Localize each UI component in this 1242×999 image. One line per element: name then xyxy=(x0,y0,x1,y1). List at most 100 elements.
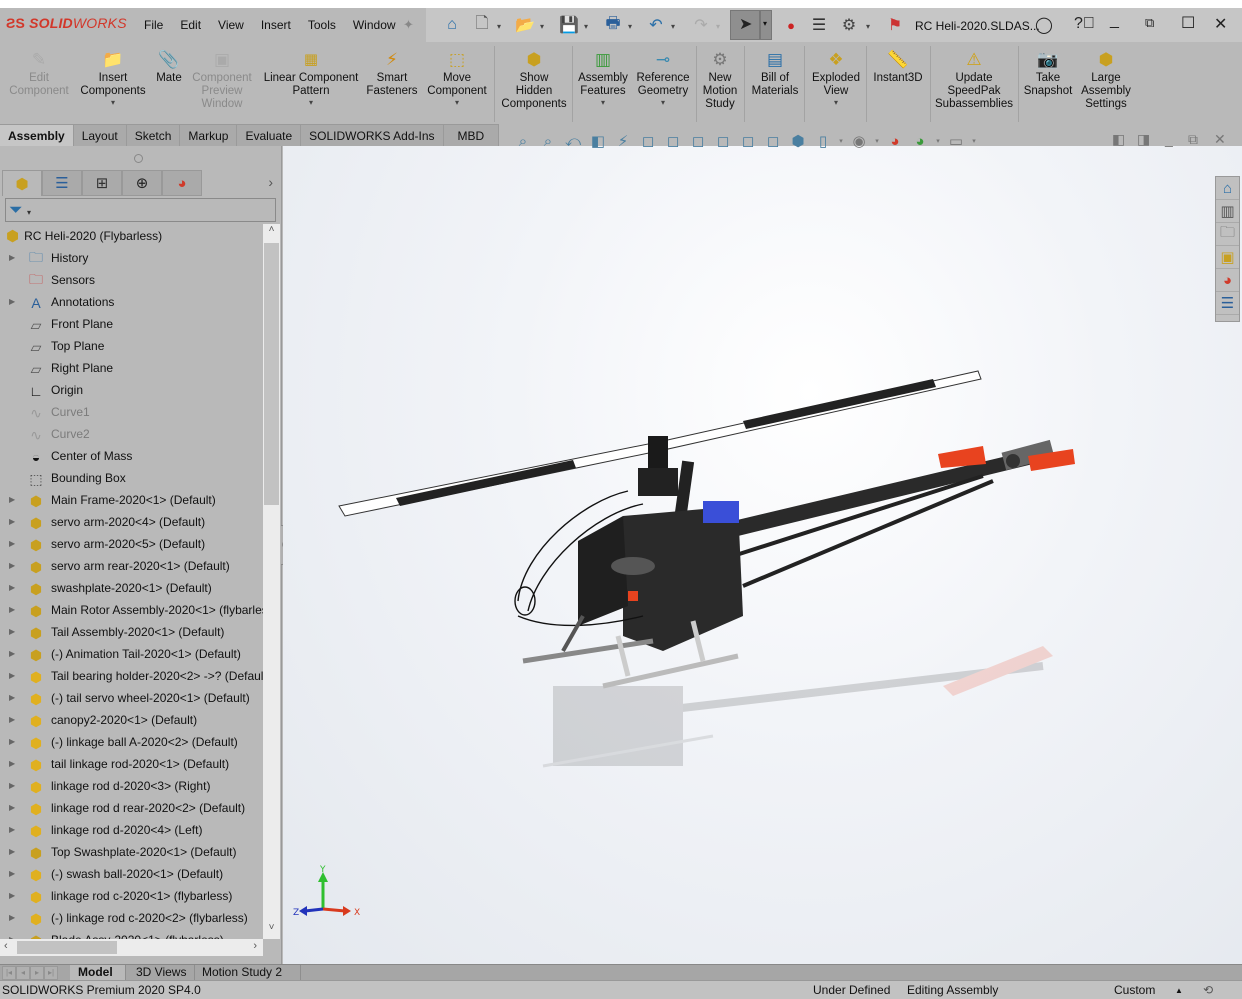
expand-arrow-icon[interactable]: ▶ xyxy=(9,869,15,878)
tab-model[interactable]: Model xyxy=(70,965,126,981)
previous-view-icon[interactable]: ⤺ xyxy=(562,131,584,151)
menu-view[interactable]: View xyxy=(218,18,244,32)
chevron-down-icon[interactable]: ▾ xyxy=(424,98,490,108)
solidworks-resources-home-icon[interactable]: ⌂ xyxy=(1216,177,1239,200)
expand-arrow-icon[interactable]: ▶ xyxy=(9,847,15,856)
tree-root-assembly[interactable]: ⬢ RC Heli-2020 (Flybarless) xyxy=(6,226,162,246)
tree-item[interactable]: ▶ ⬢ (-) swash ball-2020<1> (Default) xyxy=(0,864,263,886)
scroll-thumb[interactable] xyxy=(264,243,279,505)
menu-file[interactable]: File xyxy=(144,18,163,32)
custom-properties-icon[interactable]: ☰ xyxy=(1216,292,1239,315)
chevron-down-icon[interactable]: ▾ xyxy=(808,98,864,108)
chevron-down-icon[interactable]: ▾ xyxy=(260,98,362,108)
help-icon[interactable]: ?⃝ xyxy=(1074,15,1095,33)
tab-mbd[interactable]: MBD xyxy=(443,124,500,146)
maximize-icon[interactable]: ☐ xyxy=(1181,13,1195,33)
view-cube-top-icon[interactable]: ◻ xyxy=(737,131,759,151)
tile-windows-icon[interactable]: ⧉ xyxy=(1145,15,1154,31)
scroll-right-icon[interactable]: › xyxy=(253,940,257,952)
tree-filter[interactable]: ⏷ ▾ xyxy=(5,198,276,222)
view-settings-monitor-icon[interactable]: ▭ xyxy=(945,131,967,151)
dimxpertmanager-tab-icon[interactable]: ⊕ xyxy=(122,170,162,196)
last-tab-icon[interactable]: ▸| xyxy=(44,966,58,980)
chevron-down-icon[interactable]: ▾ xyxy=(873,131,881,151)
mate-button[interactable]: 📎 Mate xyxy=(152,48,186,85)
tree-item[interactable]: ▶ ⬢ (-) Animation Tail-2020<1> (Default) xyxy=(0,644,263,666)
prev-tab-icon[interactable]: ◂ xyxy=(16,966,30,980)
instant3d-button[interactable]: 📏 Instant3D xyxy=(868,48,928,85)
edit-appearance-icon[interactable]: ◕ xyxy=(884,131,906,151)
graphics-area[interactable]: Y X Z xyxy=(283,146,1242,964)
zoom-to-fit-icon[interactable]: ⌕ xyxy=(512,131,534,151)
select-button[interactable]: ➤ xyxy=(730,10,760,40)
tree-item[interactable]: ▶ ⬢ (-) linkage ball A-2020<2> (Default) xyxy=(0,732,263,754)
tree-item[interactable]: ▶ ⬢ servo arm rear-2020<1> (Default) xyxy=(0,556,263,578)
configurationmanager-tab-icon[interactable]: ⊞ xyxy=(82,170,122,196)
options-gear-icon[interactable]: ⚙ xyxy=(838,14,860,36)
view-cube-left-icon[interactable]: ◻ xyxy=(687,131,709,151)
select-dropdown[interactable]: ▾ xyxy=(760,10,772,40)
large-assembly-settings-button[interactable]: ⬢ Large Assembly Settings xyxy=(1078,48,1134,111)
tree-item[interactable]: ▶ ⬢ Tail bearing holder-2020<2> ->? (Defau… xyxy=(0,666,263,688)
pin-menu-icon[interactable]: ✦ xyxy=(403,17,414,33)
save-dropdown-icon[interactable]: ▾ xyxy=(584,22,588,31)
tree-item[interactable]: ▱ Front Plane xyxy=(0,314,263,336)
expand-arrow-icon[interactable]: ▶ xyxy=(9,737,15,746)
tab-markup[interactable]: Markup xyxy=(180,124,238,146)
expand-arrow-icon[interactable]: ▶ xyxy=(9,561,15,570)
expand-arrow-icon[interactable]: ▶ xyxy=(9,297,15,306)
tree-item[interactable]: ▶ ⬢ linkage rod c-2020<1> (flybarless) xyxy=(0,886,263,908)
chevron-down-icon[interactable]: ▾ xyxy=(970,131,978,151)
zoom-to-area-icon[interactable]: ⌕ xyxy=(537,131,559,151)
tree-item[interactable]: ▱ Right Plane xyxy=(0,358,263,380)
expand-arrow-icon[interactable]: ▶ xyxy=(9,759,15,768)
solidworks-logo[interactable]: ƧS SOLID WORKS xyxy=(6,15,127,31)
tree-horizontal-scrollbar[interactable]: ‹ › xyxy=(0,939,263,956)
tree-item[interactable]: ▶ ⬢ linkage rod d-2020<4> (Left) xyxy=(0,820,263,842)
tree-item[interactable]: ⬚ Bounding Box xyxy=(0,468,263,490)
tree-item[interactable]: ▶ ⬢ Main Frame-2020<1> (Default) xyxy=(0,490,263,512)
tree-item[interactable]: ▱ Top Plane xyxy=(0,336,263,358)
viewport-restore-icon[interactable]: ⧉ xyxy=(1188,131,1198,148)
tab-layout[interactable]: Layout xyxy=(73,124,127,146)
previous-document-icon[interactable]: ◧ xyxy=(1112,131,1125,148)
scroll-thumb[interactable] xyxy=(17,941,117,954)
tree-item[interactable]: ∿ Curve2 xyxy=(0,424,263,446)
tab-motion-study-2[interactable]: Motion Study 2 xyxy=(194,965,302,981)
helicopter-model[interactable] xyxy=(283,146,1242,964)
scroll-down-icon[interactable]: ˅ xyxy=(263,922,280,939)
tree-item[interactable]: ▶ ⬢ swashplate-2020<1> (Default) xyxy=(0,578,263,600)
new-motion-study-button[interactable]: ⚙ New Motion Study xyxy=(698,48,742,111)
expand-arrow-icon[interactable]: ▶ xyxy=(9,517,15,526)
view-cube-back-icon[interactable]: ◻ xyxy=(662,131,684,151)
save-icon[interactable]: 💾 xyxy=(558,14,580,36)
expand-arrow-icon[interactable]: ▶ xyxy=(9,649,15,658)
expand-arrow-icon[interactable]: ▶ xyxy=(9,605,15,614)
chevron-right-icon[interactable]: › xyxy=(268,174,273,190)
scroll-up-icon[interactable]: ˄ xyxy=(263,224,280,241)
insert-components-button[interactable]: 📁 Insert Components ▾ xyxy=(78,48,148,108)
tree-item[interactable]: ▶ ⬢ servo arm-2020<5> (Default) xyxy=(0,534,263,556)
tree-item[interactable]: ∟ Origin xyxy=(0,380,263,402)
expand-arrow-icon[interactable]: ▶ xyxy=(9,671,15,680)
expand-arrow-icon[interactable]: ▶ xyxy=(9,693,15,702)
take-snapshot-button[interactable]: 📷 Take Snapshot xyxy=(1020,48,1076,98)
tree-item[interactable]: ▶ ⬢ Main Rotor Assembly-2020<1> (flybarles xyxy=(0,600,263,622)
file-explorer-folder-icon[interactable]: 🗀 xyxy=(1216,223,1239,246)
view-cube-front-icon[interactable]: ◻ xyxy=(637,131,659,151)
tree-item[interactable]: ▶ ⬢ (-) linkage rod c-2020<2> (flybarless) xyxy=(0,908,263,930)
update-speedpak-button[interactable]: ⚠ Update SpeedPak Subassemblies xyxy=(932,48,1016,111)
open-icon[interactable]: 📂 xyxy=(514,14,536,36)
view-cube-right-icon[interactable]: ◻ xyxy=(712,131,734,151)
print-dropdown-icon[interactable]: ▾ xyxy=(628,22,632,31)
menu-window[interactable]: Window xyxy=(353,18,396,32)
featuremanager-tab-icon[interactable]: ⬢ xyxy=(2,170,42,196)
units-selector[interactable]: Custom xyxy=(1114,983,1155,997)
home-icon[interactable]: ⌂ xyxy=(441,14,463,36)
section-view-icon[interactable]: ◧ xyxy=(587,131,609,151)
design-library-icon[interactable]: ▥ xyxy=(1216,200,1239,223)
undo-icon[interactable]: ↶ xyxy=(645,14,667,36)
expand-arrow-icon[interactable]: ▶ xyxy=(9,715,15,724)
new-document-icon[interactable]: 🗋 xyxy=(471,14,493,36)
tab-solidworks-add-ins[interactable]: SOLIDWORKS Add-Ins xyxy=(301,124,444,146)
